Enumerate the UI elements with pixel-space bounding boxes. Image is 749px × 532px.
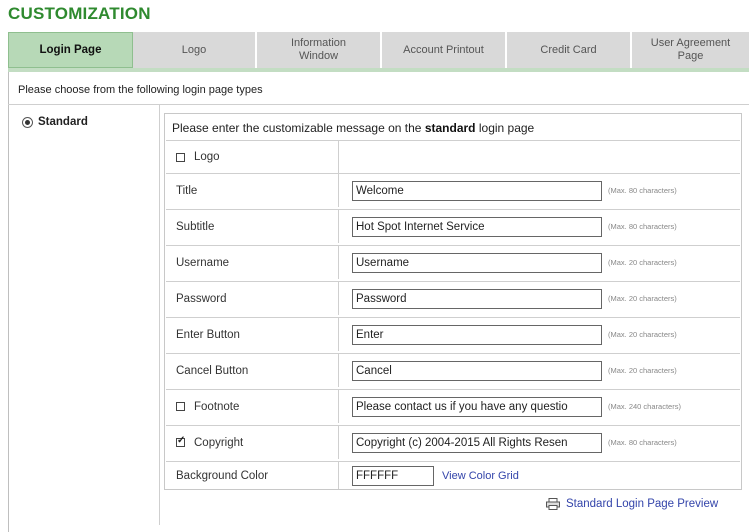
panel-heading-text: Please enter the customizable message on… [172,121,425,135]
logo-label: Logo [194,151,220,163]
row-copyright: Copyright (Max. 80 characters) [166,425,740,459]
title-label: Title [176,184,198,197]
username-hint: (Max. 20 characters) [608,258,677,267]
row-background-color: Background Color View Color Grid [166,461,740,489]
row-input-cell: (Max. 80 characters) [352,426,677,459]
row-label-cell: Password [166,282,339,315]
subtitle-label: Subtitle [176,220,215,233]
printer-icon [546,498,560,510]
panel-heading: Please enter the customizable message on… [172,121,534,135]
view-color-grid-link[interactable]: View Color Grid [442,470,519,482]
tab-credit-card[interactable]: Credit Card [507,32,632,68]
row-input-cell: (Max. 20 characters) [352,318,677,351]
background-color-label: Background Color [176,469,269,482]
row-enter-button: Enter Button (Max. 20 characters) [166,317,740,351]
copyright-checkbox[interactable] [176,435,185,447]
panel-heading-bold: standard [424,121,476,135]
cancel-button-label: Cancel Button [176,364,249,377]
column-divider [159,105,160,525]
tab-label: User Agreement [650,37,731,49]
enter-button-input[interactable] [352,324,602,345]
username-label: Username [176,256,230,269]
row-label-cell: Enter Button [166,318,339,351]
tab-logo[interactable]: Logo [133,32,257,68]
row-label-cell: Subtitle [166,210,339,243]
copyright-input[interactable] [352,432,602,453]
cancel-button-input[interactable] [352,360,602,381]
password-input[interactable] [352,288,602,309]
row-label-cell: Cancel Button [166,354,339,387]
tab-label: Credit Card [540,43,597,56]
footnote-checkbox[interactable] [176,402,185,411]
tab-bar: Login Page Logo Information Window Accou… [8,32,749,68]
background-color-input[interactable] [352,465,434,486]
tab-label: Information [290,37,347,49]
tab-label: Logo [181,43,207,56]
row-subtitle: Subtitle (Max. 80 characters) [166,209,740,243]
title-hint: (Max. 80 characters) [608,186,677,195]
subtitle-input[interactable] [352,216,602,237]
tab-label-line2: Page [677,50,704,62]
row-title: Title (Max. 80 characters) [166,173,740,207]
tab-label: Account Printout [403,43,484,56]
row-logo: Logo [166,140,740,173]
preview-link[interactable]: Standard Login Page Preview [546,498,718,510]
type-option-standard[interactable]: Standard [22,116,88,128]
row-input-cell: (Max. 80 characters) [352,174,677,207]
type-option-label: Standard [38,116,88,128]
row-label-cell: Background Color [166,462,339,489]
intro-text: Please choose from the following login p… [18,84,263,96]
panel-heading-text-end: login page [475,121,535,135]
enter-button-label: Enter Button [176,328,240,341]
tab-user-agreement-page[interactable]: User Agreement Page [632,32,749,68]
cancel-button-hint: (Max. 20 characters) [608,366,677,375]
enter-button-hint: (Max. 20 characters) [608,330,677,339]
row-input-cell: (Max. 20 characters) [352,354,677,387]
divider [8,104,749,105]
tab-label: Login Page [39,43,102,56]
password-label: Password [176,292,227,305]
tab-account-printout[interactable]: Account Printout [382,32,507,68]
tab-login-page[interactable]: Login Page [8,32,133,68]
subtitle-hint: (Max. 80 characters) [608,222,677,231]
row-input-cell: (Max. 80 characters) [352,210,677,243]
row-input-cell: View Color Grid [352,462,519,489]
row-cancel-button: Cancel Button (Max. 20 characters) [166,353,740,387]
footnote-input[interactable] [352,396,602,417]
row-password: Password (Max. 20 characters) [166,281,740,315]
row-label-cell: Footnote [166,390,339,423]
row-username: Username (Max. 20 characters) [166,245,740,279]
tab-information-window[interactable]: Information Window [257,32,382,68]
row-label-cell: Username [166,246,339,279]
row-input-cell: (Max. 240 characters) [352,390,681,423]
copyright-hint: (Max. 80 characters) [608,438,677,447]
tab-label-line2: Window [298,50,339,62]
footnote-label: Footnote [194,400,240,413]
row-label-cell: Title [166,174,339,207]
row-footnote: Footnote (Max. 240 characters) [166,389,740,423]
title-input[interactable] [352,180,602,201]
copyright-label: Copyright [194,436,244,449]
preview-link-text: Standard Login Page Preview [566,498,719,510]
row-input-cell: (Max. 20 characters) [352,282,677,315]
row-input-cell: (Max. 20 characters) [352,246,677,279]
username-input[interactable] [352,252,602,273]
row-label-cell: Logo [166,141,339,173]
password-hint: (Max. 20 characters) [608,294,677,303]
row-label-cell: Copyright [166,426,339,459]
footnote-hint: (Max. 240 characters) [608,402,681,411]
radio-button[interactable] [22,116,33,128]
logo-checkbox[interactable] [176,152,185,162]
page-title: CUSTOMIZATION [8,4,151,23]
